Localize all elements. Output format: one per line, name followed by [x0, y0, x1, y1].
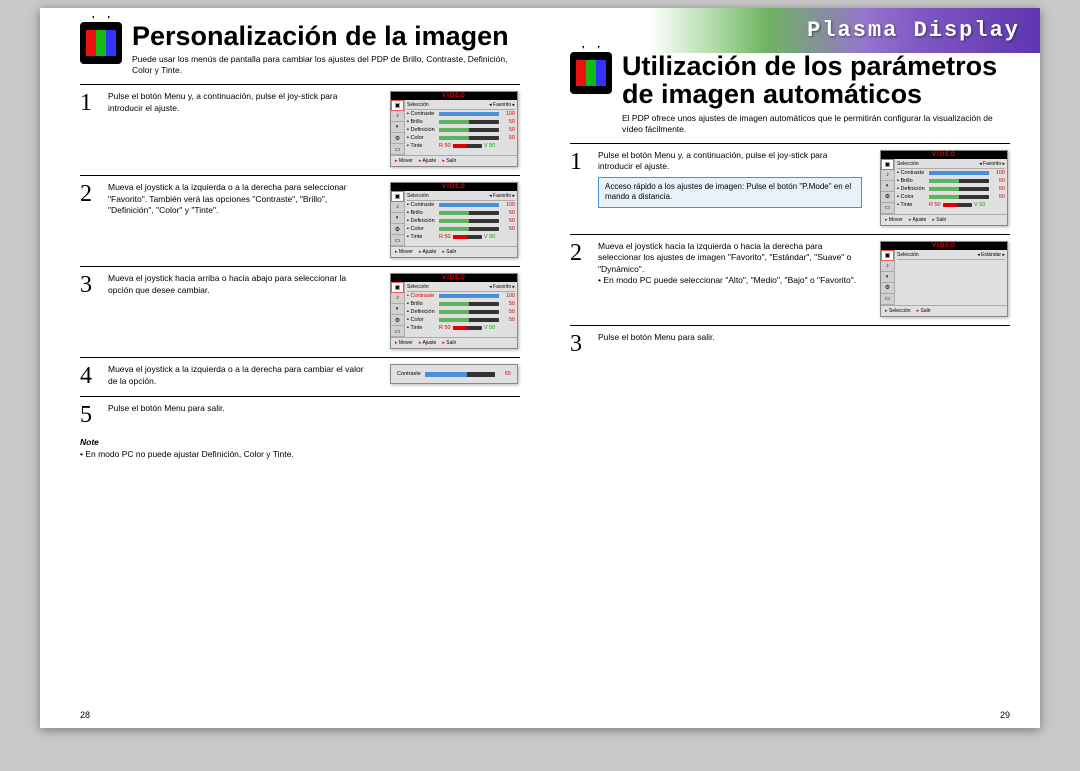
info-box: Acceso rápido a los ajustes de imagen: P…: [598, 177, 862, 208]
page-title: Personalización de la imagen: [132, 22, 520, 50]
step-number: 3: [80, 273, 98, 297]
osd-thumbnail: VIDEO ▣ ♪ ◐ ⚙ ▭ Selección◂ Favorito ▸ ▪ …: [390, 182, 520, 258]
tv-icon: [570, 52, 612, 94]
step-text: Pulse el botón Menu para salir.: [108, 403, 380, 414]
step-number: 4: [80, 364, 98, 388]
manual-spread: Personalización de la imagen Puede usar …: [40, 8, 1040, 728]
step-text: Pulse el botón Menu y, a continuación, p…: [598, 150, 870, 208]
osd-thumbnail: VIDEO ▣ ♪ ◐ ⚙ ▭ Selección◂ Favorito ▸ ▪ …: [880, 150, 1010, 226]
note-text: • En modo PC no puede ajustar Definición…: [80, 449, 520, 459]
step-number: 1: [570, 150, 588, 174]
steps-list: 1 Pulse el botón Menu y, a continuación,…: [80, 84, 520, 427]
page-subtitle: Puede usar los menús de pantalla para ca…: [132, 54, 520, 76]
brand-banner: Plasma Display: [650, 8, 1040, 53]
step-row: 2 Mueva el joystick a la izquierda o a l…: [80, 175, 520, 258]
page-number: 29: [1000, 710, 1010, 720]
step-text: Pulse el botón Menu y, a continuación, p…: [108, 91, 380, 114]
step-row: 1 Pulse el botón Menu y, a continuación,…: [570, 143, 1010, 226]
step-number: 3: [570, 332, 588, 356]
page-number: 28: [80, 710, 90, 720]
step-text: Mueva el joystick hacia la izquierda o h…: [598, 241, 870, 287]
step-number: 2: [570, 241, 588, 265]
step-text: Mueva el joystick a la izquierda o a la …: [108, 182, 380, 216]
step-text: Mueva el joystick a la izquierda o a la …: [108, 364, 380, 387]
osd-thumbnail: VIDEO ▣ ♪ ◐ ⚙ ▭ Selección◂ Favorito ▸ ▪ …: [390, 273, 520, 349]
step-row: 5 Pulse el botón Menu para salir.: [80, 396, 520, 427]
page-title: Utilización de los parámetros de imagen …: [622, 52, 1010, 109]
osd-thumbnail: VIDEO ▣ ♪ ◐ ⚙ ▭ Selección◂ Favorito ▸ ▪ …: [390, 91, 520, 167]
step-row: 3 Mueva el joystick hacia arriba o hacia…: [80, 266, 520, 349]
right-header: Utilización de los parámetros de imagen …: [570, 52, 1010, 135]
step-number: 1: [80, 91, 98, 115]
step-row: 4 Mueva el joystick a la izquierda o a l…: [80, 357, 520, 388]
note-label: Note: [80, 437, 520, 447]
step-number: 2: [80, 182, 98, 206]
left-page: Personalización de la imagen Puede usar …: [40, 8, 540, 728]
osd-thumbnail: VIDEO ▣ ♪ ◐ ⚙ ▭ Selección◂ Estándar ▸ Se…: [880, 241, 1010, 317]
steps-list: 1 Pulse el botón Menu y, a continuación,…: [570, 143, 1010, 356]
page-subtitle: El PDP ofrece unos ajustes de imagen aut…: [622, 113, 1010, 135]
osd-thumbnail: Contraste 65: [390, 364, 520, 384]
step-text: Pulse el botón Menu para salir.: [598, 332, 870, 343]
step-row: 3 Pulse el botón Menu para salir.: [570, 325, 1010, 356]
step-row: 2 Mueva el joystick hacia la izquierda o…: [570, 234, 1010, 317]
tv-icon: [80, 22, 122, 64]
step-text: Mueva el joystick hacia arriba o hacia a…: [108, 273, 380, 296]
step-number: 5: [80, 403, 98, 427]
left-header: Personalización de la imagen Puede usar …: [80, 22, 520, 76]
step-row: 1 Pulse el botón Menu y, a continuación,…: [80, 84, 520, 167]
right-page: Plasma Display Utilización de los paráme…: [540, 8, 1040, 728]
